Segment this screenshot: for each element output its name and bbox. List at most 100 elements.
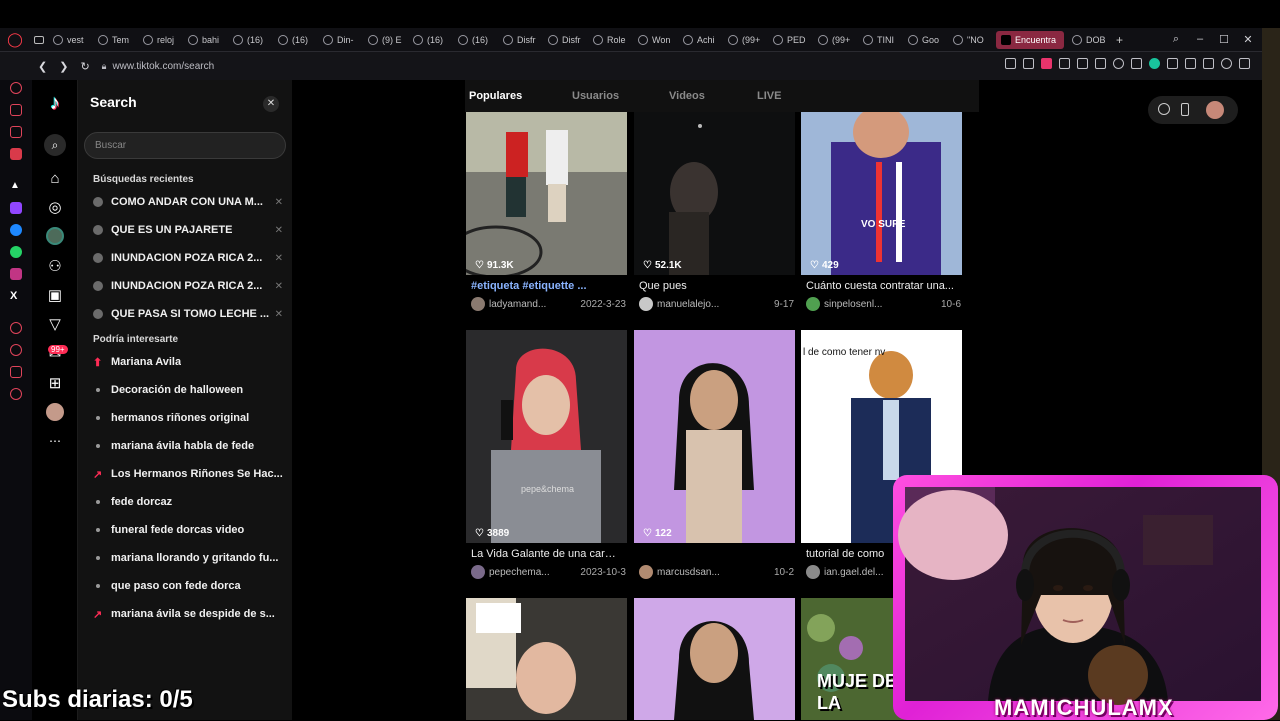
browser-tab[interactable]: (16) bbox=[453, 28, 498, 52]
workspace-icon[interactable] bbox=[30, 28, 48, 52]
wallet-icon[interactable] bbox=[1149, 58, 1160, 69]
browser-tab[interactable]: (16) bbox=[273, 28, 318, 52]
gmail-icon[interactable] bbox=[10, 148, 22, 160]
player-icon[interactable] bbox=[10, 322, 22, 334]
browser-tab[interactable]: Tem bbox=[93, 28, 138, 52]
suggestion-item[interactable]: hermanos riñones original bbox=[93, 409, 283, 427]
browser-tab[interactable]: Role bbox=[588, 28, 633, 52]
video-caption[interactable]: #etiqueta #etiquette ... bbox=[471, 280, 621, 292]
remove-icon[interactable]: ✕ bbox=[275, 309, 283, 320]
results-tab[interactable]: Videos bbox=[667, 90, 707, 102]
results-tab[interactable]: Usuarios bbox=[570, 90, 621, 102]
browser-tab[interactable]: bahi bbox=[183, 28, 228, 52]
phone-icon[interactable] bbox=[1181, 103, 1189, 116]
compass-icon[interactable] bbox=[1158, 103, 1170, 115]
whatsapp-icon[interactable] bbox=[10, 246, 22, 258]
snapshot-icon[interactable] bbox=[1023, 58, 1034, 69]
browser-tab[interactable]: DOB bbox=[1067, 28, 1112, 52]
gx-corner-icon[interactable] bbox=[10, 104, 22, 116]
video-thumbnail[interactable] bbox=[634, 598, 795, 720]
pin-icon[interactable] bbox=[1005, 58, 1016, 69]
messenger-icon[interactable] bbox=[10, 224, 22, 236]
video-thumbnail[interactable] bbox=[634, 330, 795, 543]
browser-tab[interactable]: Disfr bbox=[543, 28, 588, 52]
browser-tab[interactable]: (16) bbox=[408, 28, 453, 52]
menu-icon[interactable] bbox=[1239, 58, 1250, 69]
extensions-side-icon[interactable] bbox=[10, 366, 22, 378]
tiktok-logo-icon[interactable]: ♪ bbox=[46, 92, 64, 114]
suggestion-item[interactable]: mariana ávila habla de fede bbox=[93, 437, 283, 455]
profile-avatar[interactable] bbox=[46, 403, 64, 421]
author-avatar[interactable] bbox=[639, 297, 653, 311]
twitch-icon[interactable] bbox=[10, 202, 22, 214]
search-input[interactable] bbox=[84, 132, 286, 159]
minimize-icon[interactable]: – bbox=[1194, 33, 1206, 46]
remove-icon[interactable]: ✕ bbox=[275, 253, 283, 264]
recent-search-item[interactable]: COMO ANDAR CON UNA M... ✕ bbox=[93, 193, 283, 211]
heart-icon[interactable] bbox=[1113, 58, 1124, 69]
author-avatar[interactable] bbox=[471, 297, 485, 311]
browser-tab[interactable]: (16) bbox=[228, 28, 273, 52]
browser-tab[interactable]: reloj bbox=[138, 28, 183, 52]
browser-tab[interactable]: "NO bbox=[948, 28, 993, 52]
search-tabs-icon[interactable]: ⌕ bbox=[1170, 33, 1182, 46]
downloads-icon[interactable] bbox=[1203, 58, 1214, 69]
settings-icon[interactable] bbox=[10, 388, 22, 400]
results-tab[interactable]: Populares bbox=[467, 90, 524, 102]
author-avatar[interactable] bbox=[806, 565, 820, 579]
suggestion-item[interactable]: funeral fede dorcas video bbox=[93, 521, 283, 539]
browser-tab[interactable]: Encuentra bbox=[996, 30, 1064, 49]
opera-logo-icon[interactable]: ◯ bbox=[0, 28, 30, 52]
suggestion-item[interactable]: mariana llorando y gritando fu... bbox=[93, 549, 283, 567]
history-icon[interactable] bbox=[10, 344, 22, 356]
translate-icon[interactable] bbox=[1059, 58, 1070, 69]
arrow-up-icon[interactable]: ▲ bbox=[10, 180, 22, 192]
results-tab[interactable]: LIVE bbox=[755, 90, 783, 102]
explore-icon[interactable]: ◎ bbox=[46, 198, 64, 216]
author-name[interactable]: manuelalejo... bbox=[657, 299, 768, 310]
following-avatar[interactable] bbox=[46, 227, 64, 245]
recent-search-item[interactable]: QUE PASA SI TOMO LECHE ... ✕ bbox=[93, 305, 283, 323]
back-icon[interactable]: ❮ bbox=[38, 60, 47, 73]
suggestion-item[interactable]: ⬆ Mariana Avila bbox=[93, 353, 283, 371]
browser-tab[interactable]: TINI bbox=[858, 28, 903, 52]
author-name[interactable]: pepechema... bbox=[489, 567, 574, 578]
remove-icon[interactable]: ✕ bbox=[275, 197, 283, 208]
video-caption[interactable]: Cuánto cuesta contratar una... bbox=[806, 280, 956, 292]
video-caption[interactable]: Que pues bbox=[639, 280, 789, 292]
new-tab-button[interactable]: + bbox=[1116, 33, 1123, 47]
browser-tab[interactable]: (9) E bbox=[363, 28, 408, 52]
video-thumbnail[interactable]: VO SUPE bbox=[801, 112, 962, 275]
suggestion-item[interactable]: ↗ mariana ávila se despide de s... bbox=[93, 605, 283, 623]
reload-icon[interactable]: ↻ bbox=[80, 60, 89, 73]
extensions-icon[interactable] bbox=[1185, 58, 1196, 69]
browser-tab[interactable]: Goo bbox=[903, 28, 948, 52]
friends-icon[interactable]: ⚇ bbox=[46, 257, 64, 275]
remove-icon[interactable]: ✕ bbox=[275, 281, 283, 292]
browser-tab[interactable]: Won bbox=[633, 28, 678, 52]
pocket-icon[interactable] bbox=[1041, 58, 1052, 69]
browser-tab[interactable]: vest bbox=[48, 28, 93, 52]
browser-tab[interactable]: Achi bbox=[678, 28, 723, 52]
vpn-icon[interactable] bbox=[1167, 58, 1178, 69]
home-icon[interactable]: ⌂ bbox=[46, 169, 64, 187]
browser-tab[interactable]: (99+ bbox=[723, 28, 768, 52]
recent-search-item[interactable]: INUNDACION POZA RICA 2... ✕ bbox=[93, 249, 283, 267]
suggestion-item[interactable]: que paso con fede dorca bbox=[93, 577, 283, 595]
close-icon[interactable]: ✕ bbox=[263, 96, 279, 112]
browser-tab[interactable]: Disfr bbox=[498, 28, 543, 52]
author-name[interactable]: ladyamand... bbox=[489, 299, 574, 310]
live-icon[interactable]: ▣ bbox=[46, 286, 64, 304]
upload-icon[interactable]: ⊞ bbox=[46, 374, 64, 392]
maximize-icon[interactable]: ☐ bbox=[1218, 33, 1230, 46]
share-icon[interactable] bbox=[1077, 58, 1088, 69]
browser-tab[interactable]: (99+ bbox=[813, 28, 858, 52]
author-name[interactable]: sinpelosenl... bbox=[824, 299, 935, 310]
url-field[interactable]: www.tiktok.com/search bbox=[112, 61, 214, 72]
aria-icon[interactable] bbox=[10, 82, 22, 94]
x-icon[interactable]: X bbox=[10, 290, 22, 302]
video-caption[interactable]: La Vida Galante de una carai... bbox=[471, 548, 621, 560]
suggestion-item[interactable]: fede dorcaz bbox=[93, 493, 283, 511]
send-icon[interactable] bbox=[1095, 58, 1106, 69]
video-popout-icon[interactable] bbox=[10, 126, 22, 138]
